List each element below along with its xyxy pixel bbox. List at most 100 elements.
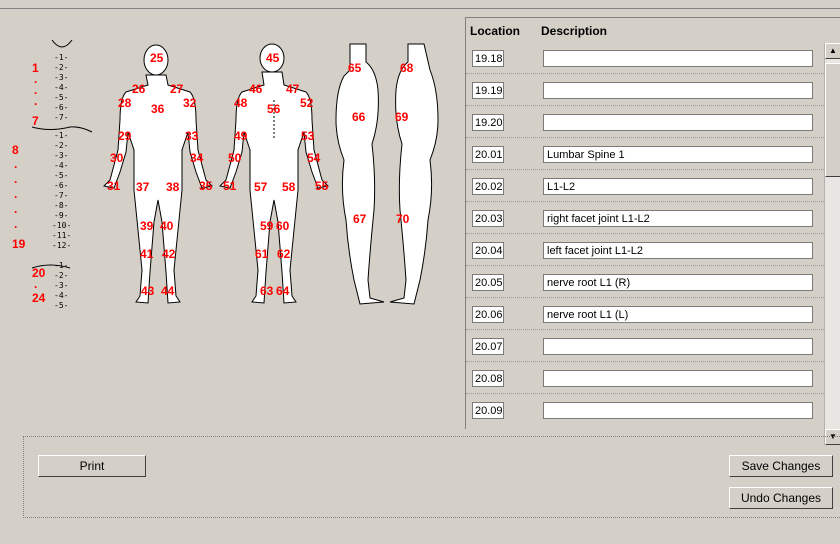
body-point-39[interactable]: 39 bbox=[140, 220, 153, 232]
body-point-51[interactable]: 51 bbox=[223, 180, 236, 192]
spine-tick: -3- bbox=[54, 281, 69, 290]
spine-tick: -12- bbox=[52, 241, 72, 250]
description-field[interactable]: L1-L2 bbox=[543, 178, 813, 195]
description-field[interactable]: Lumbar Spine 1 bbox=[543, 146, 813, 163]
spine-tick: -5- bbox=[54, 301, 69, 310]
description-field[interactable] bbox=[543, 114, 813, 131]
description-field[interactable] bbox=[543, 338, 813, 355]
body-point-70[interactable]: 70 bbox=[396, 213, 409, 225]
location-cell[interactable]: 20.05 bbox=[472, 274, 504, 291]
body-point-40[interactable]: 40 bbox=[160, 220, 173, 232]
body-point-57[interactable]: 57 bbox=[254, 181, 267, 193]
body-point-52[interactable]: 52 bbox=[300, 97, 313, 109]
vertical-scrollbar[interactable]: ▲ ▼ bbox=[824, 43, 840, 445]
body-point-25[interactable]: 25 bbox=[150, 52, 163, 64]
body-point-61[interactable]: 61 bbox=[255, 248, 268, 260]
body-point-59[interactable]: 59 bbox=[260, 220, 273, 232]
body-point-64[interactable]: 64 bbox=[276, 285, 289, 297]
location-cell[interactable]: 19.20 bbox=[472, 114, 504, 131]
body-point-28[interactable]: 28 bbox=[118, 97, 131, 109]
location-column-header: Location bbox=[470, 24, 520, 38]
spine-tick: -7- bbox=[54, 191, 69, 200]
body-point-62[interactable]: 62 bbox=[277, 248, 290, 260]
body-point-65[interactable]: 65 bbox=[348, 62, 361, 74]
body-point-31[interactable]: 31 bbox=[107, 180, 120, 192]
spine-tick: -1- bbox=[54, 261, 69, 270]
body-point-33[interactable]: 33 bbox=[185, 130, 198, 142]
top-separator bbox=[0, 8, 840, 9]
body-point-53[interactable]: 53 bbox=[301, 130, 314, 142]
description-field[interactable]: left facet joint L1-L2 bbox=[543, 242, 813, 259]
location-cell[interactable]: 20.08 bbox=[472, 370, 504, 387]
body-point-47[interactable]: 47 bbox=[286, 83, 299, 95]
body-point-35[interactable]: 35 bbox=[199, 180, 212, 192]
spine-dot: . bbox=[14, 187, 18, 201]
body-point-56[interactable]: 56 bbox=[267, 103, 280, 115]
spine-tick: -8- bbox=[54, 201, 69, 210]
body-point-42[interactable]: 42 bbox=[162, 248, 175, 260]
body-point-63[interactable]: 63 bbox=[260, 285, 273, 297]
body-point-30[interactable]: 30 bbox=[110, 152, 123, 164]
table-row: 20.09 bbox=[466, 395, 824, 427]
description-field[interactable]: nerve root L1 (L) bbox=[543, 306, 813, 323]
description-field[interactable]: right facet joint L1-L2 bbox=[543, 210, 813, 227]
location-cell[interactable]: 20.04 bbox=[472, 242, 504, 259]
action-panel: Print Save Changes Undo Changes bbox=[23, 436, 840, 518]
body-point-54[interactable]: 54 bbox=[307, 152, 320, 164]
body-point-67[interactable]: 67 bbox=[353, 213, 366, 225]
save-changes-button[interactable]: Save Changes bbox=[729, 455, 833, 477]
body-point-60[interactable]: 60 bbox=[276, 220, 289, 232]
body-point-55[interactable]: 55 bbox=[315, 180, 328, 192]
body-point-66[interactable]: 66 bbox=[352, 111, 365, 123]
row-divider bbox=[466, 169, 824, 170]
scrollbar-thumb[interactable] bbox=[825, 63, 840, 177]
description-field[interactable] bbox=[543, 50, 813, 67]
description-field[interactable] bbox=[543, 402, 813, 419]
body-point-34[interactable]: 34 bbox=[190, 152, 203, 164]
body-point-49[interactable]: 49 bbox=[234, 130, 247, 142]
body-point-38[interactable]: 38 bbox=[166, 181, 179, 193]
body-point-69[interactable]: 69 bbox=[395, 111, 408, 123]
body-point-48[interactable]: 48 bbox=[234, 97, 247, 109]
spine-dot: . bbox=[34, 277, 38, 291]
location-cell[interactable]: 20.06 bbox=[472, 306, 504, 323]
undo-changes-button[interactable]: Undo Changes bbox=[729, 487, 833, 509]
body-point-50[interactable]: 50 bbox=[228, 152, 241, 164]
body-point-29[interactable]: 29 bbox=[118, 130, 131, 142]
location-cell[interactable]: 20.03 bbox=[472, 210, 504, 227]
body-point-58[interactable]: 58 bbox=[282, 181, 295, 193]
body-point-45[interactable]: 45 bbox=[266, 52, 279, 64]
description-field[interactable] bbox=[543, 82, 813, 99]
location-cell[interactable]: 20.01 bbox=[472, 146, 504, 163]
location-cell[interactable]: 20.07 bbox=[472, 338, 504, 355]
row-divider bbox=[466, 361, 824, 362]
location-cell[interactable]: 20.02 bbox=[472, 178, 504, 195]
description-field[interactable]: nerve root L1 (R) bbox=[543, 274, 813, 291]
location-cell[interactable]: 19.18 bbox=[472, 50, 504, 67]
body-point-37[interactable]: 37 bbox=[136, 181, 149, 193]
spine-tick: -10- bbox=[52, 221, 72, 230]
body-point-36[interactable]: 36 bbox=[151, 103, 164, 115]
spine-tick: -6- bbox=[54, 181, 69, 190]
table-row: 19.19 bbox=[466, 75, 824, 107]
body-point-27[interactable]: 27 bbox=[170, 83, 183, 95]
body-point-68[interactable]: 68 bbox=[400, 62, 413, 74]
body-point-43[interactable]: 43 bbox=[141, 285, 154, 297]
body-point-26[interactable]: 26 bbox=[132, 83, 145, 95]
spine-dot: . bbox=[14, 202, 18, 216]
body-point-41[interactable]: 41 bbox=[140, 248, 153, 260]
table-row: 20.08 bbox=[466, 363, 824, 395]
location-cell[interactable]: 19.19 bbox=[472, 82, 504, 99]
table-row: 19.20 bbox=[466, 107, 824, 139]
scroll-up-arrow-icon[interactable]: ▲ bbox=[825, 43, 840, 59]
row-divider bbox=[466, 393, 824, 394]
location-cell[interactable]: 20.09 bbox=[472, 402, 504, 419]
spine-tick: -2- bbox=[54, 271, 69, 280]
print-button[interactable]: Print bbox=[38, 455, 146, 477]
body-point-46[interactable]: 46 bbox=[249, 83, 262, 95]
spine-tick: -5- bbox=[54, 93, 69, 102]
body-point-44[interactable]: 44 bbox=[161, 285, 174, 297]
description-field[interactable] bbox=[543, 370, 813, 387]
spine-tick: -9- bbox=[54, 211, 69, 220]
body-point-32[interactable]: 32 bbox=[183, 97, 196, 109]
